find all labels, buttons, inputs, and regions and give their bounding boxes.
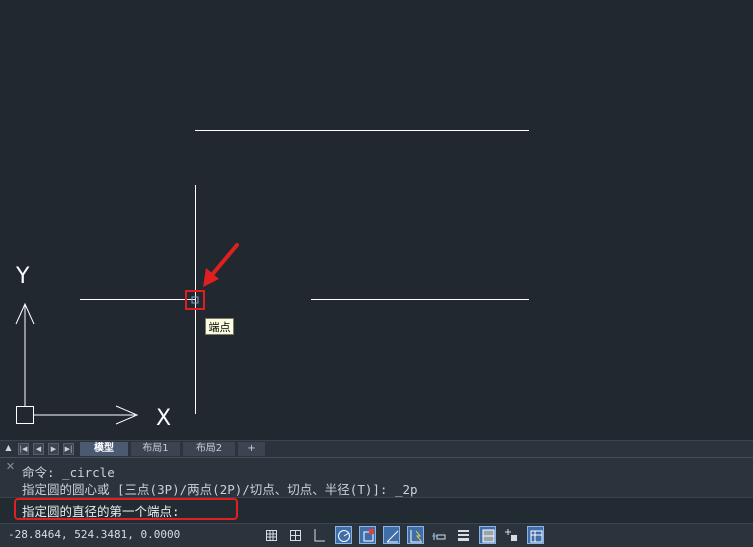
grid-display-icon[interactable] (263, 526, 280, 544)
tab-layout1[interactable]: 布局1 (131, 442, 180, 456)
lineweight-icon[interactable] (455, 526, 472, 544)
command-window: ✕ 命令: _circle 指定圆的圆心或 [三点(3P)/两点(2P)/切点、… (0, 457, 753, 523)
command-history-line-2: 指定圆的圆心或 [三点(3P)/两点(2P)/切点、切点、半径(T)]: _2p (22, 482, 418, 497)
selection-cycling-icon[interactable] (503, 526, 520, 544)
prev-icon[interactable]: ◀ (33, 443, 44, 455)
tab-layout2[interactable]: 布局2 (183, 442, 235, 456)
drawing-canvas[interactable]: Y X 端点 (0, 0, 753, 440)
transparency-icon[interactable] (479, 526, 496, 544)
annotation-monitor-icon[interactable] (527, 526, 544, 544)
layout-tab-bar: ▲ |◀ ◀ ▶ ▶| 模型 布局1 布局2 + (0, 440, 753, 457)
polar-tracking-icon[interactable] (335, 526, 352, 544)
snap-mode-icon[interactable] (287, 526, 304, 544)
snap-tooltip: 端点 (205, 318, 234, 335)
object-snap-icon[interactable] (359, 526, 376, 544)
ortho-mode-icon[interactable] (311, 526, 328, 544)
triangle-up-icon[interactable]: ▲ (3, 443, 14, 455)
dynamic-ucs-icon[interactable] (407, 526, 424, 544)
prompt-highlight-box (14, 498, 238, 520)
last-icon[interactable]: ▶| (63, 443, 74, 455)
ucs-icon (15, 302, 139, 425)
coordinate-readout[interactable]: -28.8464, 524.3481, 0.0000 (8, 528, 180, 541)
drawing-svg[interactable]: Y X (0, 0, 753, 440)
object-snap-tracking-icon[interactable] (383, 526, 400, 544)
close-icon[interactable]: ✕ (5, 461, 16, 472)
next-icon[interactable]: ▶ (48, 443, 59, 455)
annotation-arrow-icon (203, 243, 239, 287)
first-icon[interactable]: |◀ (18, 443, 29, 455)
dynamic-input-icon[interactable] (431, 526, 448, 544)
axis-y-label: Y (15, 264, 30, 289)
tab-model[interactable]: 模型 (80, 442, 128, 456)
add-layout-button[interactable]: + (238, 442, 265, 456)
axis-x-label: X (156, 406, 171, 431)
status-bar: -28.8464, 524.3481, 0.0000 (0, 523, 753, 547)
